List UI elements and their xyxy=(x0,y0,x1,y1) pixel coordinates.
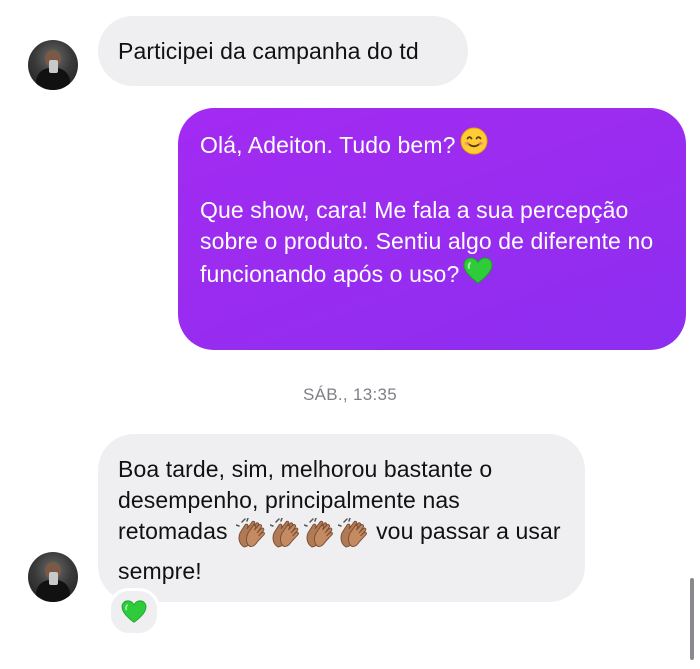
outgoing-message-line: Olá, Adeiton. Tudo bem? xyxy=(200,126,666,164)
clapping-hands-icon xyxy=(336,517,370,556)
message-reaction[interactable] xyxy=(108,588,160,636)
outgoing-question-body: Que show, cara! Me fala a sua percepção … xyxy=(200,197,660,287)
scrollbar[interactable] xyxy=(690,578,694,660)
incoming-message-text: Participei da campanha do td xyxy=(118,38,419,64)
clapping-hands-icon xyxy=(268,517,302,556)
clapping-emojis xyxy=(234,517,370,556)
incoming-message-bubble[interactable]: Participei da campanha do td xyxy=(98,16,468,86)
outgoing-message-bubble[interactable]: Olá, Adeiton. Tudo bem? Que show, cara! … xyxy=(178,108,686,350)
clapping-hands-icon xyxy=(302,517,336,556)
message-timestamp: SÁB., 13:35 xyxy=(302,385,398,404)
avatar-phone xyxy=(49,572,58,585)
smiling-face-icon xyxy=(459,126,489,164)
green-heart-icon xyxy=(121,600,147,624)
outgoing-greeting-text: Olá, Adeiton. Tudo bem? xyxy=(200,132,456,158)
avatar[interactable] xyxy=(28,40,78,90)
clapping-hands-icon xyxy=(234,517,268,556)
incoming-message-bubble-2[interactable]: Boa tarde, sim, melhorou bastante o dese… xyxy=(98,434,585,602)
avatar-phone xyxy=(49,60,58,73)
outgoing-question-text: Que show, cara! Me fala a sua percepção … xyxy=(200,195,666,293)
green-heart-icon xyxy=(463,257,493,293)
incoming-reply-text: Boa tarde, sim, melhorou bastante o dese… xyxy=(118,454,567,587)
avatar[interactable] xyxy=(28,552,78,602)
